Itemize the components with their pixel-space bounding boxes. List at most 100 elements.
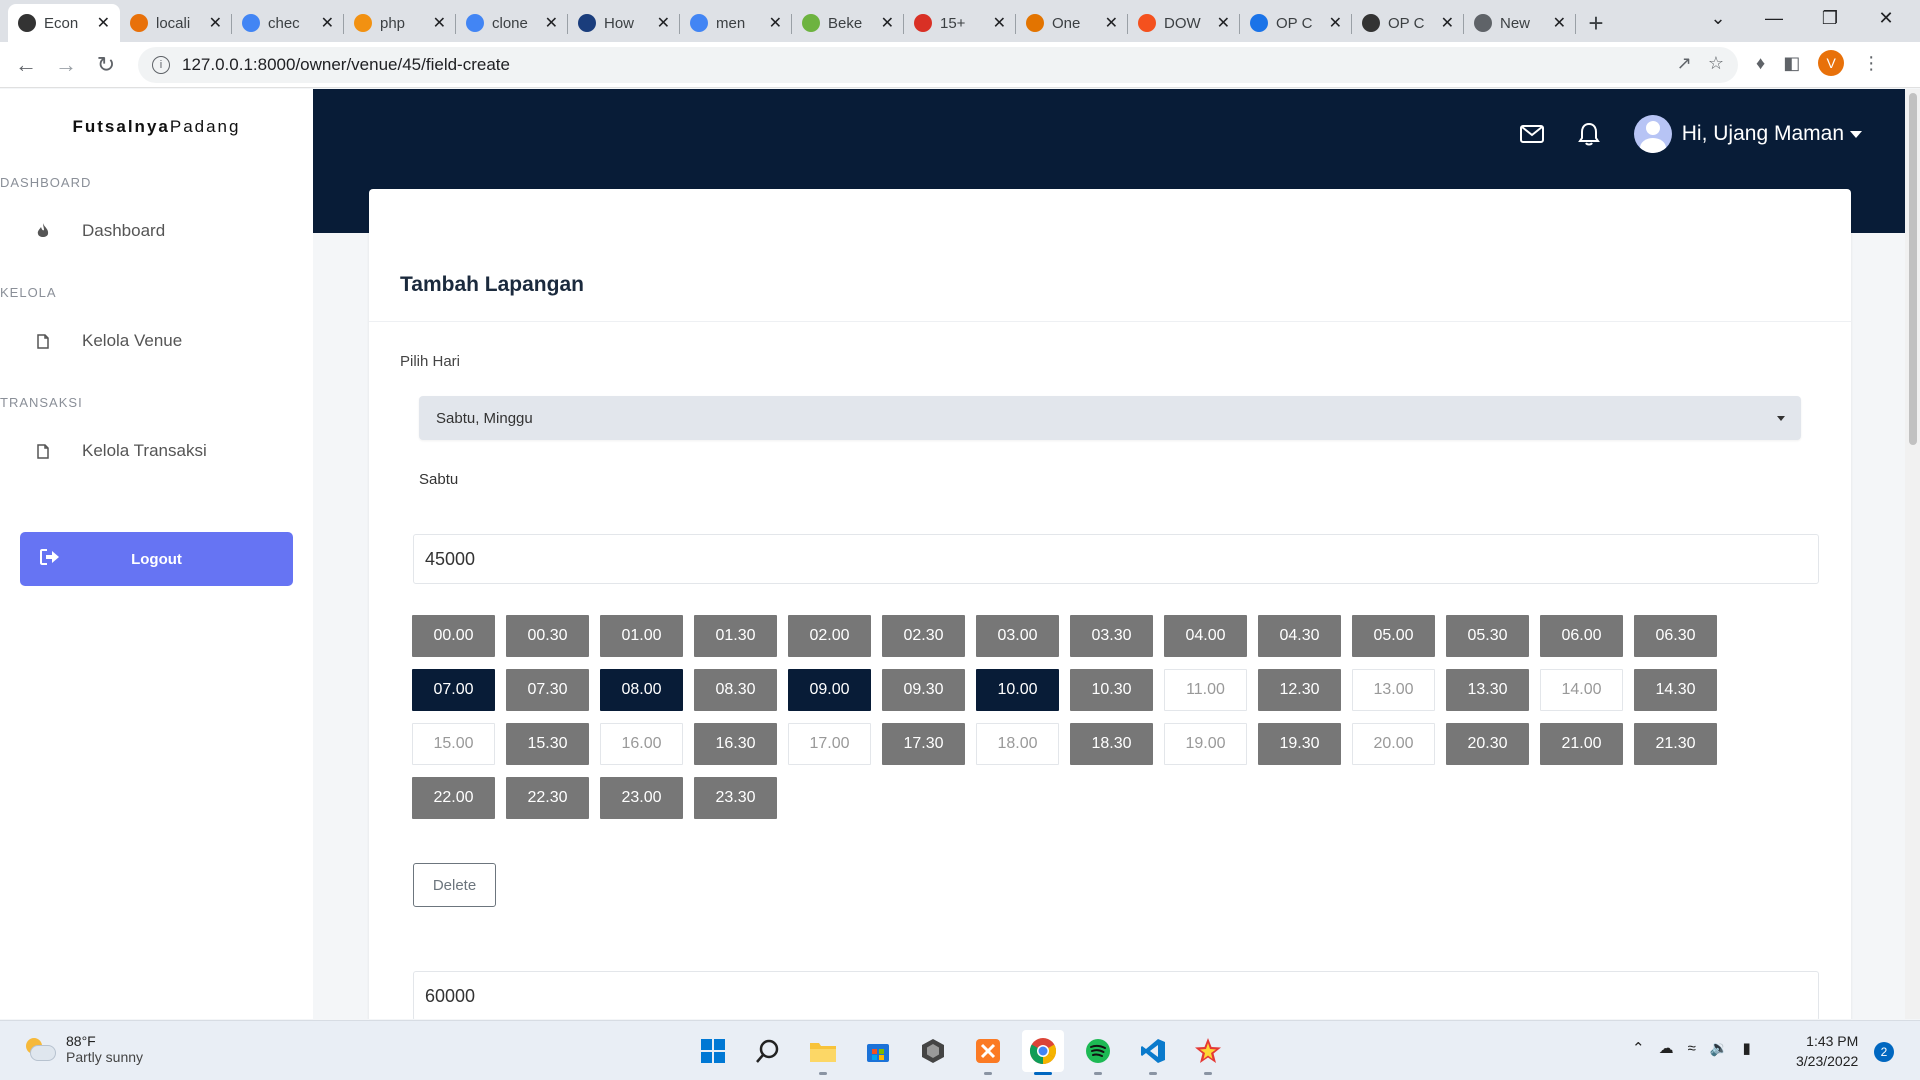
close-tab-icon[interactable]: ✕ (545, 13, 558, 33)
time-slot-15-30[interactable]: 15.30 (506, 723, 589, 765)
time-slot-00-30[interactable]: 00.30 (506, 615, 589, 657)
battery-icon[interactable]: ▮ (1743, 1039, 1751, 1057)
browser-tab[interactable]: Econ ✕ (8, 4, 120, 42)
notification-badge[interactable]: 2 (1874, 1042, 1894, 1062)
close-tab-icon[interactable]: ✕ (1217, 13, 1230, 33)
close-tab-icon[interactable]: ✕ (993, 13, 1006, 33)
browser-tab[interactable]: OP C ✕ (1240, 4, 1352, 42)
start-icon[interactable] (692, 1030, 734, 1072)
time-slot-01-30[interactable]: 01.30 (694, 615, 777, 657)
price-input[interactable]: 45000 (413, 534, 1819, 584)
time-slot-02-30[interactable]: 02.30 (882, 615, 965, 657)
browser-tab[interactable]: locali ✕ (120, 4, 232, 42)
browser-tab[interactable]: How ✕ (568, 4, 680, 42)
browser-tab[interactable]: 15+ ✕ (904, 4, 1016, 42)
time-slot-22-30[interactable]: 22.30 (506, 777, 589, 819)
xampp-icon[interactable] (967, 1030, 1009, 1075)
close-tab-icon[interactable]: ✕ (881, 13, 894, 33)
close-tab-icon[interactable]: ✕ (1441, 13, 1454, 33)
price-input-second[interactable]: 60000 (413, 971, 1819, 1019)
close-tab-icon[interactable]: ✕ (657, 13, 670, 33)
system-clock[interactable]: 1:43 PM 3/23/2022 (1796, 1031, 1858, 1071)
bookmark-star-icon[interactable]: ☆ (1708, 53, 1724, 74)
time-slot-23-30[interactable]: 23.30 (694, 777, 777, 819)
bell-icon[interactable] (1577, 122, 1600, 146)
browser-tab[interactable]: Beke ✕ (792, 4, 904, 42)
sidebar-item-kelola-venue[interactable]: Kelola Venue (36, 331, 182, 351)
time-slot-07-30[interactable]: 07.30 (506, 669, 589, 711)
delete-button[interactable]: Delete (413, 863, 496, 907)
day-select[interactable]: Sabtu, Minggu (419, 396, 1801, 440)
time-slot-01-00[interactable]: 01.00 (600, 615, 683, 657)
time-slot-13-00[interactable]: 13.00 (1352, 669, 1435, 711)
time-slot-09-00[interactable]: 09.00 (788, 669, 871, 711)
user-avatar[interactable] (1633, 115, 1672, 153)
wifi-icon[interactable]: ≈ (1688, 1040, 1696, 1057)
user-greeting[interactable]: Hi, Ujang Maman (1682, 122, 1844, 146)
browser-tab[interactable]: men ✕ (680, 4, 792, 42)
time-slot-15-00[interactable]: 15.00 (412, 723, 495, 765)
browser-tab[interactable]: chec ✕ (232, 4, 344, 42)
new-tab-button[interactable]: + (1576, 4, 1616, 42)
browser-tab[interactable]: php ✕ (344, 4, 456, 42)
close-tab-icon[interactable]: ✕ (97, 13, 110, 33)
time-slot-23-00[interactable]: 23.00 (600, 777, 683, 819)
time-slot-00-00[interactable]: 00.00 (412, 615, 495, 657)
spotify-icon[interactable] (1077, 1030, 1119, 1075)
sidebar-item-kelola-transaksi[interactable]: Kelola Transaksi (36, 441, 207, 461)
time-slot-17-00[interactable]: 17.00 (788, 723, 871, 765)
site-info-icon[interactable]: i (152, 56, 170, 74)
time-slot-13-30[interactable]: 13.30 (1446, 669, 1529, 711)
back-icon[interactable]: ← (6, 47, 46, 83)
time-slot-09-30[interactable]: 09.30 (882, 669, 965, 711)
address-bar[interactable]: i 127.0.0.1:8000/owner/venue/45/field-cr… (138, 47, 1738, 83)
reload-icon[interactable]: ↻ (86, 47, 126, 83)
chevron-down-icon[interactable] (1850, 130, 1862, 138)
maximize-button[interactable]: ❐ (1802, 0, 1858, 36)
browser-tab[interactable]: New ✕ (1464, 4, 1576, 42)
minimize-button[interactable]: — (1746, 0, 1802, 36)
mail-icon[interactable] (1519, 125, 1544, 143)
time-slot-08-30[interactable]: 08.30 (694, 669, 777, 711)
sidebar-item-dashboard[interactable]: Dashboard (36, 221, 165, 241)
close-tab-icon[interactable]: ✕ (1105, 13, 1118, 33)
close-tab-icon[interactable]: ✕ (321, 13, 334, 33)
chrome-icon[interactable] (1022, 1030, 1064, 1075)
store-icon[interactable] (857, 1030, 899, 1072)
browser-tab[interactable]: DOW ✕ (1128, 4, 1240, 42)
close-tab-icon[interactable]: ✕ (209, 13, 222, 33)
close-tab-icon[interactable]: ✕ (769, 13, 782, 33)
search-icon[interactable] (747, 1030, 789, 1072)
time-slot-08-00[interactable]: 08.00 (600, 669, 683, 711)
time-slot-19-30[interactable]: 19.30 (1258, 723, 1341, 765)
time-slot-06-30[interactable]: 06.30 (1634, 615, 1717, 657)
time-slot-22-00[interactable]: 22.00 (412, 777, 495, 819)
close-tab-icon[interactable]: ✕ (433, 13, 446, 33)
browser-tab[interactable]: clone ✕ (456, 4, 568, 42)
close-tab-icon[interactable]: ✕ (1329, 13, 1342, 33)
time-slot-20-00[interactable]: 20.00 (1352, 723, 1435, 765)
time-slot-05-00[interactable]: 05.00 (1352, 615, 1435, 657)
time-slot-14-00[interactable]: 14.00 (1540, 669, 1623, 711)
chevron-up-icon[interactable]: ⌃ (1632, 1039, 1645, 1057)
time-slot-14-30[interactable]: 14.30 (1634, 669, 1717, 711)
time-slot-16-00[interactable]: 16.00 (600, 723, 683, 765)
time-slot-06-00[interactable]: 06.00 (1540, 615, 1623, 657)
time-slot-07-00[interactable]: 07.00 (412, 669, 495, 711)
side-panel-icon[interactable]: ◧ (1783, 53, 1800, 74)
time-slot-19-00[interactable]: 19.00 (1164, 723, 1247, 765)
volume-icon[interactable]: 🔉 (1710, 1039, 1729, 1057)
browser-menu-icon[interactable]: ⋮ (1862, 53, 1880, 74)
time-slot-11-00[interactable]: 11.00 (1164, 669, 1247, 711)
star-app-icon[interactable] (1187, 1030, 1229, 1075)
time-slot-03-30[interactable]: 03.30 (1070, 615, 1153, 657)
browser-tab[interactable]: One ✕ (1016, 4, 1128, 42)
time-slot-20-30[interactable]: 20.30 (1446, 723, 1529, 765)
close-tab-icon[interactable]: ✕ (1553, 13, 1566, 33)
time-slot-04-00[interactable]: 04.00 (1164, 615, 1247, 657)
profile-avatar[interactable]: V (1818, 50, 1845, 76)
time-slot-18-30[interactable]: 18.30 (1070, 723, 1153, 765)
brand-logo[interactable]: FutsalnyaPadang (0, 117, 313, 137)
onedrive-cloud-icon[interactable]: ☁ (1659, 1039, 1674, 1057)
extensions-icon[interactable]: ♦ (1756, 53, 1765, 74)
